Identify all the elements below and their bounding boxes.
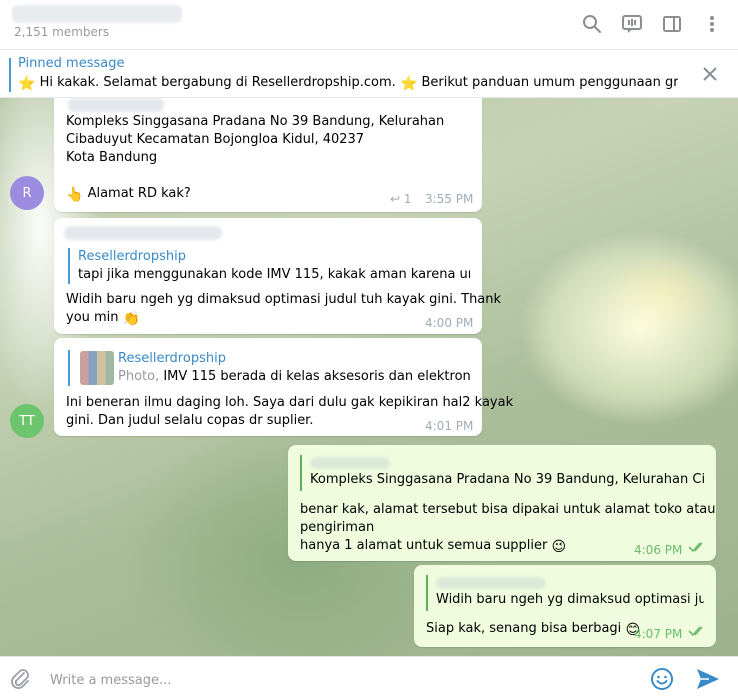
message-text: Kompleks Singgasana Pradana No 39 Bandun… (66, 114, 445, 129)
video-chat-icon[interactable] (620, 12, 644, 36)
star-icon: ⭐ (18, 76, 36, 92)
message-bubble-outgoing[interactable]: Widih baru ngeh yg dimaksud optimasi jud… (414, 565, 716, 647)
message-text: Siap kak, senang bisa berbagi 😊 (426, 621, 641, 638)
double-check-icon (688, 541, 708, 556)
reply-sender: Resellerdropship (78, 249, 186, 264)
message-text: Widih baru ngeh yg dimaksud optimasi jud… (66, 292, 502, 307)
sender-name-redacted (68, 98, 164, 112)
message-bubble[interactable]: Kompleks Singgasana Pradana No 39 Bandun… (54, 98, 482, 212)
reply-quote[interactable]: Kompleks Singgasana Pradana No 39 Bandun… (300, 455, 704, 491)
avatar[interactable]: R (10, 176, 44, 210)
reply-text: Photo, IMV 115 berada di kelas aksesoris… (118, 369, 470, 384)
search-icon[interactable] (580, 12, 604, 36)
message-time: 4:00 PM (425, 316, 474, 330)
avatar[interactable]: TT (10, 404, 44, 438)
reply-arrow-icon: ↩ (390, 192, 401, 206)
reply-text: Widih baru ngeh yg dimaksud optimasi jud… (436, 592, 704, 607)
pinned-text: ⭐ Hi kakak. Selamat bergabung di Reselle… (18, 75, 678, 92)
message-time: 4:07 PM (634, 627, 683, 641)
reply-quote[interactable]: Widih baru ngeh yg dimaksud optimasi jud… (426, 575, 704, 611)
member-count: 2,151 members (14, 25, 110, 39)
message-time: 4:06 PM (634, 543, 683, 557)
pinned-text-part2: Berikut panduan umum penggunaan group: .… (421, 75, 678, 90)
reply-sender-redacted (310, 457, 390, 469)
message-question: Alamat RD kak? (87, 186, 191, 201)
message-time: 4:01 PM (425, 419, 474, 433)
message-bubble[interactable]: Resellerdropship tapi jika menggunakan k… (54, 218, 501, 334)
chat-title-redacted[interactable] (12, 5, 182, 23)
clapping-hands-icon: 👏 (122, 311, 141, 327)
message-text: Kota Bandung (66, 150, 158, 165)
photo-thumbnail[interactable] (80, 351, 114, 385)
reply-count[interactable]: ↩ 1 (390, 192, 412, 206)
reply-text: Kompleks Singgasana Pradana No 39 Bandun… (310, 472, 704, 487)
paperclip-icon[interactable] (9, 667, 33, 691)
message-text: you min 👏 (66, 310, 141, 327)
chat-history[interactable]: Kompleks Singgasana Pradana No 39 Bandun… (0, 98, 738, 656)
message-text: Cibaduyut Kecamatan Bojongloa Kidul, 402… (66, 132, 365, 147)
double-check-icon (688, 625, 708, 640)
send-icon[interactable] (695, 667, 721, 691)
reply-text: tapi jika menggunakan kode IMV 115, kaka… (78, 267, 470, 282)
chat-header: 2,151 members (0, 0, 738, 50)
reply-sender-redacted (436, 577, 546, 589)
winking-face-icon: 😉 (551, 539, 567, 555)
message-bubble-outgoing[interactable]: Kompleks Singgasana Pradana No 39 Bandun… (288, 445, 716, 561)
message-text: benar kak, alamat tersebut bisa dipakai … (300, 502, 716, 517)
reply-quote[interactable]: Resellerdropship tapi jika menggunakan k… (68, 248, 470, 284)
message-text: pengiriman (300, 520, 375, 535)
more-icon[interactable] (700, 12, 724, 36)
pinned-title: Pinned message (18, 56, 125, 71)
pointing-hand-icon: 👆 (66, 187, 84, 203)
emoji-icon[interactable] (650, 667, 674, 691)
sidebar-icon[interactable] (660, 12, 684, 36)
message-bubble[interactable]: Resellerdropship Photo, IMV 115 berada d… (54, 338, 513, 436)
message-time: 3:55 PM (425, 192, 474, 206)
message-text: 👆 Alamat RD kak? (66, 185, 191, 204)
header-actions (580, 12, 724, 36)
pinned-message[interactable]: Pinned message ⭐ Hi kakak. Selamat berga… (0, 50, 738, 98)
message-composer (0, 656, 738, 700)
pinned-accent-bar (9, 58, 11, 92)
reply-sender: Resellerdropship (118, 351, 226, 366)
message-text: gini. Dan judul selalu copas dr suplier. (66, 413, 314, 428)
sender-name-redacted (64, 226, 222, 240)
close-icon[interactable] (700, 64, 720, 84)
reply-quote[interactable]: Resellerdropship Photo, IMV 115 berada d… (68, 350, 470, 386)
message-text: hanya 1 alamat untuk semua supplier 😉 (300, 538, 567, 555)
message-input[interactable] (50, 669, 610, 691)
star-icon: ⭐ (399, 76, 418, 92)
message-text: Ini beneran ilmu daging loh. Saya dari d… (66, 395, 514, 410)
pinned-text-part1: Hi kakak. Selamat bergabung di Resellerd… (39, 75, 396, 90)
